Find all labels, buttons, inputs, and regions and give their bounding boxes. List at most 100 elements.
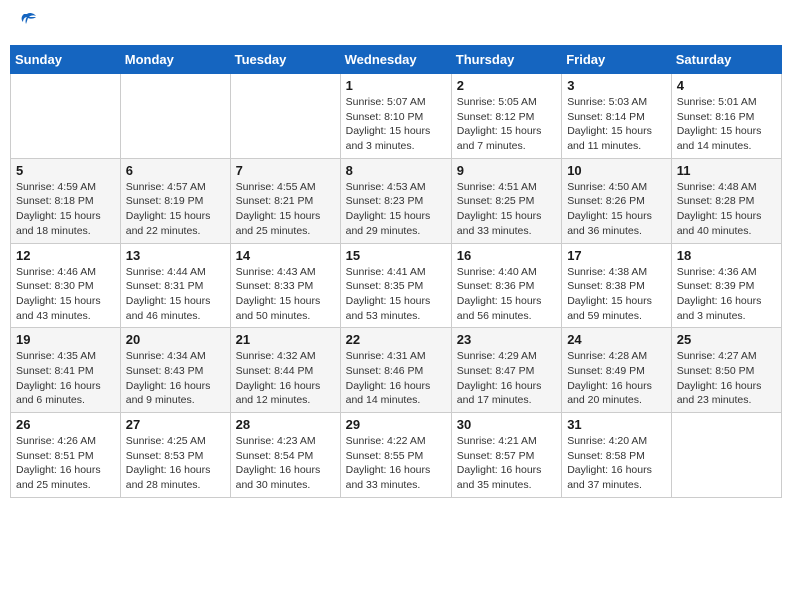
day-info: Sunrise: 4:46 AM Sunset: 8:30 PM Dayligh… — [16, 265, 115, 324]
day-number: 19 — [16, 332, 115, 347]
day-number: 25 — [677, 332, 776, 347]
calendar-cell — [11, 74, 121, 159]
day-of-week-header: Monday — [120, 46, 230, 74]
calendar-cell — [120, 74, 230, 159]
page-header — [10, 10, 782, 37]
calendar-cell: 27Sunrise: 4:25 AM Sunset: 8:53 PM Dayli… — [120, 413, 230, 498]
day-info: Sunrise: 4:28 AM Sunset: 8:49 PM Dayligh… — [567, 349, 666, 408]
calendar-cell: 12 Sunrise: 4:46 AM Sunset: 8:30 PM Dayli… — [11, 243, 121, 328]
day-info: Sunrise: 4:50 AM Sunset: 8:26 PM Dayligh… — [567, 180, 666, 239]
calendar-cell — [671, 413, 781, 498]
logo-bird-icon — [16, 10, 38, 37]
calendar-cell: 31Sunrise: 4:20 AM Sunset: 8:58 PM Dayli… — [562, 413, 672, 498]
day-number: 5 — [16, 163, 115, 178]
calendar-cell: 13 Sunrise: 4:44 AM Sunset: 8:31 PM Dayli… — [120, 243, 230, 328]
calendar-cell: 3Sunrise: 5:03 AM Sunset: 8:14 PM Daylig… — [562, 74, 672, 159]
day-number: 9 — [457, 163, 556, 178]
day-number: 12 — [16, 248, 115, 263]
day-number: 1 — [346, 78, 446, 93]
calendar-week-row: 26 Sunrise: 4:26 AM Sunset: 8:51 PM Dayli… — [11, 413, 782, 498]
day-number: 2 — [457, 78, 556, 93]
day-number: 14 — [236, 248, 335, 263]
logo — [14, 10, 38, 37]
calendar-cell: 11Sunrise: 4:48 AM Sunset: 8:28 PM Dayli… — [671, 158, 781, 243]
calendar-cell: 16 Sunrise: 4:40 AM Sunset: 8:36 PM Dayli… — [451, 243, 561, 328]
calendar-cell: 7Sunrise: 4:55 AM Sunset: 8:21 PM Daylig… — [230, 158, 340, 243]
day-info: Sunrise: 4:36 AM Sunset: 8:39 PM Dayligh… — [677, 265, 776, 324]
day-number: 24 — [567, 332, 666, 347]
day-info: Sunrise: 4:29 AM Sunset: 8:47 PM Dayligh… — [457, 349, 556, 408]
day-number: 10 — [567, 163, 666, 178]
day-number: 11 — [677, 163, 776, 178]
calendar-cell: 5 Sunrise: 4:59 AM Sunset: 8:18 PM Daylig… — [11, 158, 121, 243]
day-number: 30 — [457, 417, 556, 432]
day-of-week-header: Wednesday — [340, 46, 451, 74]
day-info: Sunrise: 4:41 AM Sunset: 8:35 PM Dayligh… — [346, 265, 446, 324]
calendar-cell: 18 Sunrise: 4:36 AM Sunset: 8:39 PM Dayli… — [671, 243, 781, 328]
day-info: Sunrise: 5:03 AM Sunset: 8:14 PM Dayligh… — [567, 95, 666, 154]
calendar-cell: 29 Sunrise: 4:22 AM Sunset: 8:55 PM Dayli… — [340, 413, 451, 498]
calendar-cell: 21 Sunrise: 4:32 AM Sunset: 8:44 PM Dayli… — [230, 328, 340, 413]
day-of-week-header: Tuesday — [230, 46, 340, 74]
calendar-week-row: 5 Sunrise: 4:59 AM Sunset: 8:18 PM Daylig… — [11, 158, 782, 243]
day-number: 8 — [346, 163, 446, 178]
day-of-week-header: Sunday — [11, 46, 121, 74]
day-number: 20 — [126, 332, 225, 347]
day-info: Sunrise: 4:31 AM Sunset: 8:46 PM Dayligh… — [346, 349, 446, 408]
calendar-cell: 8 Sunrise: 4:53 AM Sunset: 8:23 PM Daylig… — [340, 158, 451, 243]
day-number: 6 — [126, 163, 225, 178]
day-of-week-header: Saturday — [671, 46, 781, 74]
calendar-cell: 4 Sunrise: 5:01 AM Sunset: 8:16 PM Daylig… — [671, 74, 781, 159]
day-info: Sunrise: 4:43 AM Sunset: 8:33 PM Dayligh… — [236, 265, 335, 324]
day-info: Sunrise: 4:22 AM Sunset: 8:55 PM Dayligh… — [346, 434, 446, 493]
day-info: Sunrise: 4:26 AM Sunset: 8:51 PM Dayligh… — [16, 434, 115, 493]
day-number: 15 — [346, 248, 446, 263]
calendar-cell: 17 Sunrise: 4:38 AM Sunset: 8:38 PM Dayli… — [562, 243, 672, 328]
day-info: Sunrise: 4:40 AM Sunset: 8:36 PM Dayligh… — [457, 265, 556, 324]
day-number: 4 — [677, 78, 776, 93]
day-info: Sunrise: 4:23 AM Sunset: 8:54 PM Dayligh… — [236, 434, 335, 493]
day-number: 28 — [236, 417, 335, 432]
day-number: 31 — [567, 417, 666, 432]
calendar-cell — [230, 74, 340, 159]
calendar-table: SundayMondayTuesdayWednesdayThursdayFrid… — [10, 45, 782, 498]
day-info: Sunrise: 4:27 AM Sunset: 8:50 PM Dayligh… — [677, 349, 776, 408]
calendar-cell: 20Sunrise: 4:34 AM Sunset: 8:43 PM Dayli… — [120, 328, 230, 413]
day-number: 26 — [16, 417, 115, 432]
day-number: 18 — [677, 248, 776, 263]
day-of-week-header: Friday — [562, 46, 672, 74]
day-info: Sunrise: 5:01 AM Sunset: 8:16 PM Dayligh… — [677, 95, 776, 154]
calendar-cell: 2 Sunrise: 5:05 AM Sunset: 8:12 PM Daylig… — [451, 74, 561, 159]
day-number: 22 — [346, 332, 446, 347]
day-number: 13 — [126, 248, 225, 263]
day-number: 16 — [457, 248, 556, 263]
calendar-week-row: 12 Sunrise: 4:46 AM Sunset: 8:30 PM Dayli… — [11, 243, 782, 328]
calendar-cell: 28 Sunrise: 4:23 AM Sunset: 8:54 PM Dayli… — [230, 413, 340, 498]
day-number: 17 — [567, 248, 666, 263]
day-info: Sunrise: 4:57 AM Sunset: 8:19 PM Dayligh… — [126, 180, 225, 239]
calendar-week-row: 19 Sunrise: 4:35 AM Sunset: 8:41 PM Dayli… — [11, 328, 782, 413]
calendar-cell: 6 Sunrise: 4:57 AM Sunset: 8:19 PM Daylig… — [120, 158, 230, 243]
calendar-cell: 24 Sunrise: 4:28 AM Sunset: 8:49 PM Dayli… — [562, 328, 672, 413]
day-info: Sunrise: 4:35 AM Sunset: 8:41 PM Dayligh… — [16, 349, 115, 408]
day-info: Sunrise: 4:38 AM Sunset: 8:38 PM Dayligh… — [567, 265, 666, 324]
calendar-header-row: SundayMondayTuesdayWednesdayThursdayFrid… — [11, 46, 782, 74]
calendar-week-row: 1 Sunrise: 5:07 AM Sunset: 8:10 PM Daylig… — [11, 74, 782, 159]
calendar-cell: 22 Sunrise: 4:31 AM Sunset: 8:46 PM Dayli… — [340, 328, 451, 413]
calendar-cell: 23Sunrise: 4:29 AM Sunset: 8:47 PM Dayli… — [451, 328, 561, 413]
calendar-cell: 14 Sunrise: 4:43 AM Sunset: 8:33 PM Dayli… — [230, 243, 340, 328]
day-info: Sunrise: 4:21 AM Sunset: 8:57 PM Dayligh… — [457, 434, 556, 493]
calendar-cell: 10 Sunrise: 4:50 AM Sunset: 8:26 PM Dayli… — [562, 158, 672, 243]
calendar-cell: 30 Sunrise: 4:21 AM Sunset: 8:57 PM Dayli… — [451, 413, 561, 498]
day-info: Sunrise: 4:44 AM Sunset: 8:31 PM Dayligh… — [126, 265, 225, 324]
day-info: Sunrise: 5:07 AM Sunset: 8:10 PM Dayligh… — [346, 95, 446, 154]
day-number: 7 — [236, 163, 335, 178]
day-number: 21 — [236, 332, 335, 347]
day-info: Sunrise: 4:53 AM Sunset: 8:23 PM Dayligh… — [346, 180, 446, 239]
calendar-cell: 15 Sunrise: 4:41 AM Sunset: 8:35 PM Dayli… — [340, 243, 451, 328]
day-info: Sunrise: 4:32 AM Sunset: 8:44 PM Dayligh… — [236, 349, 335, 408]
calendar-cell: 19 Sunrise: 4:35 AM Sunset: 8:41 PM Dayli… — [11, 328, 121, 413]
day-info: Sunrise: 4:59 AM Sunset: 8:18 PM Dayligh… — [16, 180, 115, 239]
day-number: 29 — [346, 417, 446, 432]
day-info: Sunrise: 5:05 AM Sunset: 8:12 PM Dayligh… — [457, 95, 556, 154]
